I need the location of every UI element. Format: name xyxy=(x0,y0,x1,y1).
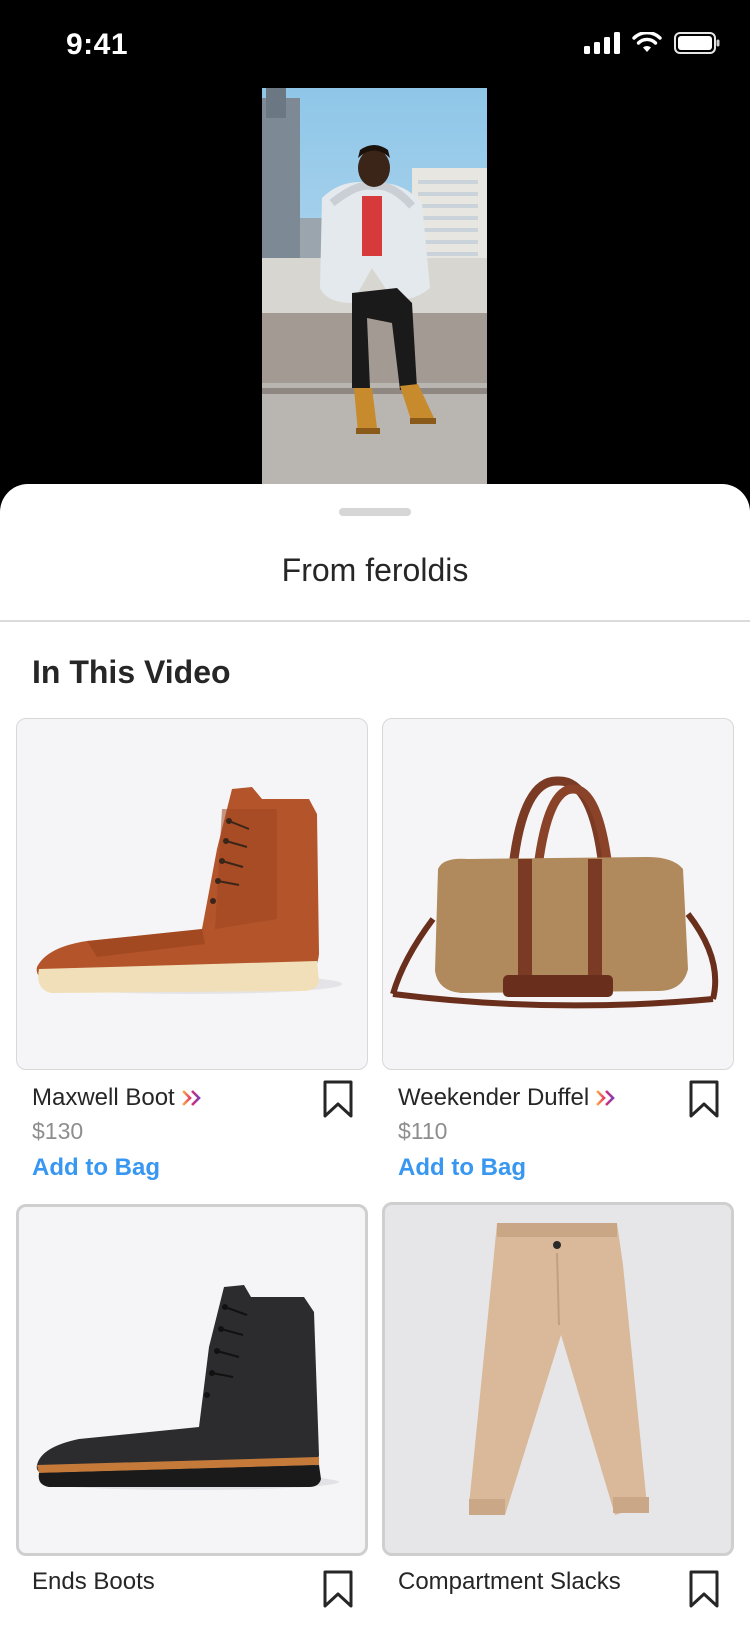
shopping-chevron-icon xyxy=(596,1090,616,1106)
sheet-title: From feroldis xyxy=(281,552,469,588)
add-to-bag-button[interactable]: Add to Bag xyxy=(398,1154,526,1182)
product-sheet: From feroldis In This Video Maxwell Boot xyxy=(0,484,750,1640)
product-image[interactable] xyxy=(16,1204,368,1556)
product-name: Maxwell Boot xyxy=(32,1084,203,1112)
divider xyxy=(0,620,750,622)
battery-icon xyxy=(674,32,720,54)
cellular-signal-icon xyxy=(584,32,620,54)
shopping-chevron-icon xyxy=(181,1090,201,1106)
boot-image xyxy=(36,787,342,994)
sheet-grabber[interactable] xyxy=(339,508,411,516)
product-name: Compartment Slacks xyxy=(398,1568,621,1595)
video-preview-image xyxy=(262,88,487,486)
black-boot-image xyxy=(36,1285,339,1490)
product-price: $110 xyxy=(398,1118,448,1144)
slacks-image xyxy=(469,1223,649,1515)
section-heading: In This Video xyxy=(32,654,231,690)
product-name: Ends Boots xyxy=(32,1568,155,1595)
bookmark-icon[interactable] xyxy=(322,1080,354,1118)
bookmark-icon[interactable] xyxy=(688,1570,720,1608)
video-preview[interactable] xyxy=(262,88,487,486)
product-image[interactable] xyxy=(16,718,368,1070)
product-name: Weekender Duffel xyxy=(398,1084,617,1112)
bookmark-icon[interactable] xyxy=(322,1570,354,1608)
bookmark-icon[interactable] xyxy=(688,1080,720,1118)
product-image[interactable] xyxy=(382,718,734,1070)
product-price: $130 xyxy=(32,1118,84,1144)
status-time: 9:41 xyxy=(66,28,129,61)
add-to-bag-button[interactable]: Add to Bag xyxy=(32,1154,160,1182)
status-bar: 9:41 xyxy=(0,0,750,90)
status-icons xyxy=(584,32,720,54)
product-image[interactable] xyxy=(382,1202,734,1556)
wifi-icon xyxy=(632,32,662,52)
duffel-bag-image xyxy=(390,776,719,1009)
